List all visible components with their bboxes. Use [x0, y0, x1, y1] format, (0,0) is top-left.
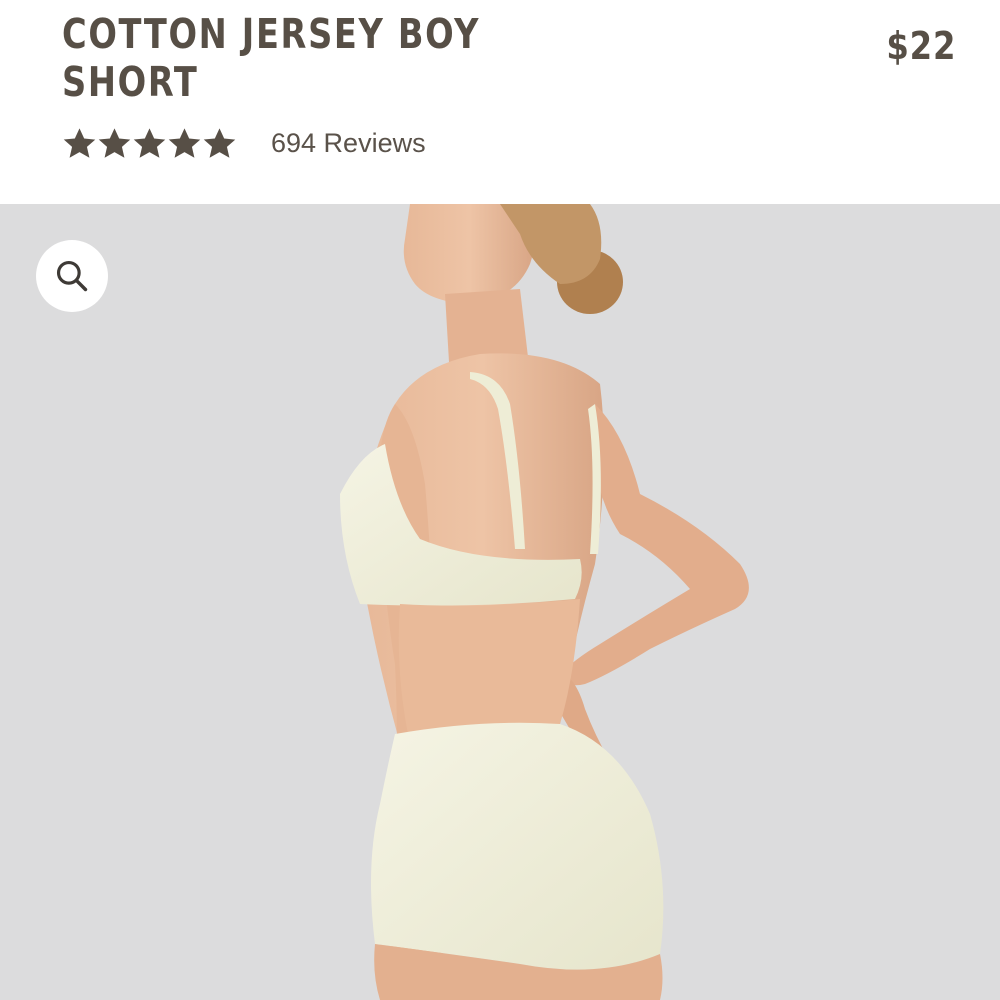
zoom-button[interactable] — [36, 240, 108, 312]
star-icon — [98, 127, 131, 158]
reviews-link[interactable]: 694 Reviews — [271, 128, 426, 159]
product-page: COTTON JERSEY BOY SHORT $22 694 Reviews — [0, 0, 1000, 1000]
product-image[interactable] — [0, 204, 1000, 1000]
search-icon — [56, 260, 88, 292]
star-icon — [168, 127, 201, 158]
star-icon — [133, 127, 166, 158]
star-rating — [62, 126, 237, 161]
product-price: $22 — [886, 24, 956, 68]
model-photo — [340, 204, 749, 1000]
product-header: COTTON JERSEY BOY SHORT $22 694 Reviews — [0, 0, 1000, 204]
rating-summary: 694 Reviews — [62, 120, 426, 166]
star-icon — [63, 127, 96, 158]
product-title: COTTON JERSEY BOY SHORT — [62, 10, 481, 106]
star-icon — [203, 127, 236, 158]
